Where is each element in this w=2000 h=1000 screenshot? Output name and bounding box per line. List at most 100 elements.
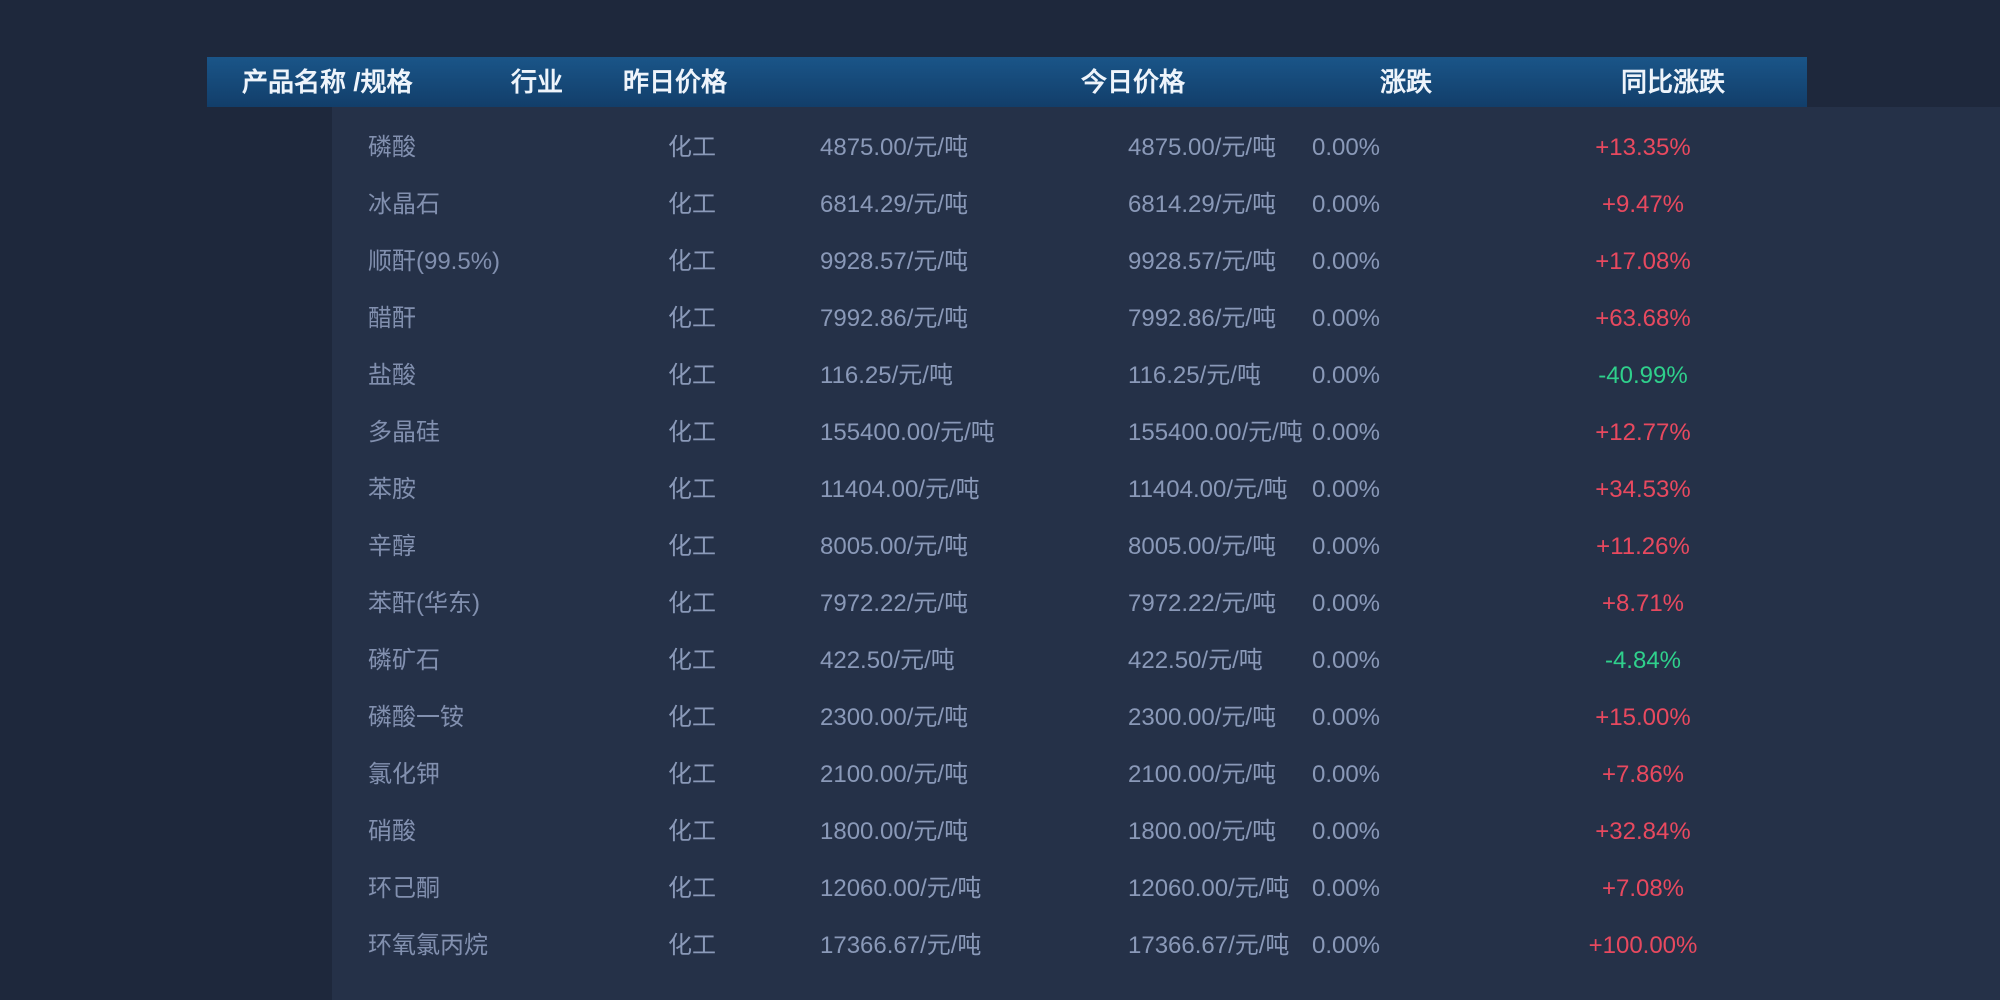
today-price-cell: 422.50/元/吨 (1128, 632, 1263, 689)
table-row: 硝酸 化工 1800.00/元/吨 1800.00/元/吨 0.00% +32.… (0, 803, 2000, 860)
yesterday-price-cell: 7992.86/元/吨 (820, 290, 968, 347)
yoy-change-cell: +12.77% (1543, 404, 1743, 461)
product-name-cell: 辛醇 (368, 518, 416, 575)
product-name-cell: 磷酸 (368, 119, 416, 176)
yesterday-price-cell: 4875.00/元/吨 (820, 119, 968, 176)
change-cell: 0.00% (1286, 461, 1406, 518)
today-price-cell: 7972.22/元/吨 (1128, 575, 1276, 632)
header-yoy-change: 同比涨跌 (1598, 57, 1748, 107)
change-cell: 0.00% (1286, 860, 1406, 917)
table-row: 环氧氯丙烷 化工 17366.67/元/吨 17366.67/元/吨 0.00%… (0, 917, 2000, 974)
today-price-cell: 2300.00/元/吨 (1128, 689, 1276, 746)
industry-cell: 化工 (632, 689, 752, 746)
table-row: 冰晶石 化工 6814.29/元/吨 6814.29/元/吨 0.00% +9.… (0, 176, 2000, 233)
industry-cell: 化工 (632, 860, 752, 917)
table-row: 氯化钾 化工 2100.00/元/吨 2100.00/元/吨 0.00% +7.… (0, 746, 2000, 803)
today-price-cell: 6814.29/元/吨 (1128, 176, 1276, 233)
industry-cell: 化工 (632, 575, 752, 632)
yesterday-price-cell: 6814.29/元/吨 (820, 176, 968, 233)
today-price-cell: 4875.00/元/吨 (1128, 119, 1276, 176)
yoy-change-cell: +7.86% (1543, 746, 1743, 803)
table-row: 磷酸一铵 化工 2300.00/元/吨 2300.00/元/吨 0.00% +1… (0, 689, 2000, 746)
header-industry: 行业 (487, 57, 587, 107)
change-cell: 0.00% (1286, 233, 1406, 290)
industry-cell: 化工 (632, 290, 752, 347)
today-price-cell: 155400.00/元/吨 (1128, 404, 1303, 461)
table-row: 顺酐(99.5%) 化工 9928.57/元/吨 9928.57/元/吨 0.0… (0, 233, 2000, 290)
product-name-cell: 磷矿石 (368, 632, 440, 689)
change-cell: 0.00% (1286, 746, 1406, 803)
industry-cell: 化工 (632, 119, 752, 176)
product-name-cell: 盐酸 (368, 347, 416, 404)
yoy-change-cell: +11.26% (1543, 518, 1743, 575)
yoy-change-cell: -4.84% (1543, 632, 1743, 689)
yesterday-price-cell: 116.25/元/吨 (820, 347, 953, 404)
table-row: 苯胺 化工 11404.00/元/吨 11404.00/元/吨 0.00% +3… (0, 461, 2000, 518)
today-price-cell: 116.25/元/吨 (1128, 347, 1261, 404)
industry-cell: 化工 (632, 632, 752, 689)
product-name-cell: 磷酸一铵 (368, 689, 464, 746)
today-price-cell: 11404.00/元/吨 (1128, 461, 1288, 518)
industry-cell: 化工 (632, 803, 752, 860)
header-yesterday-price: 昨日价格 (600, 57, 750, 107)
table-row: 辛醇 化工 8005.00/元/吨 8005.00/元/吨 0.00% +11.… (0, 518, 2000, 575)
industry-cell: 化工 (632, 461, 752, 518)
header-change: 涨跌 (1356, 57, 1456, 107)
product-name-cell: 环己酮 (368, 860, 440, 917)
change-cell: 0.00% (1286, 404, 1406, 461)
change-cell: 0.00% (1286, 803, 1406, 860)
change-cell: 0.00% (1286, 290, 1406, 347)
yesterday-price-cell: 8005.00/元/吨 (820, 518, 968, 575)
yesterday-price-cell: 2300.00/元/吨 (820, 689, 968, 746)
today-price-cell: 2100.00/元/吨 (1128, 746, 1276, 803)
today-price-cell: 12060.00/元/吨 (1128, 860, 1289, 917)
table-row: 磷矿石 化工 422.50/元/吨 422.50/元/吨 0.00% -4.84… (0, 632, 2000, 689)
today-price-cell: 9928.57/元/吨 (1128, 233, 1276, 290)
yesterday-price-cell: 12060.00/元/吨 (820, 860, 981, 917)
change-cell: 0.00% (1286, 575, 1406, 632)
today-price-cell: 17366.67/元/吨 (1128, 917, 1289, 974)
yesterday-price-cell: 7972.22/元/吨 (820, 575, 968, 632)
yoy-change-cell: -40.99% (1543, 347, 1743, 404)
industry-cell: 化工 (632, 746, 752, 803)
yoy-change-cell: +100.00% (1543, 917, 1743, 974)
yoy-change-cell: +7.08% (1543, 860, 1743, 917)
industry-cell: 化工 (632, 917, 752, 974)
product-name-cell: 多晶硅 (368, 404, 440, 461)
yoy-change-cell: +34.53% (1543, 461, 1743, 518)
industry-cell: 化工 (632, 176, 752, 233)
yoy-change-cell: +13.35% (1543, 119, 1743, 176)
yoy-change-cell: +17.08% (1543, 233, 1743, 290)
yesterday-price-cell: 155400.00/元/吨 (820, 404, 995, 461)
change-cell: 0.00% (1286, 518, 1406, 575)
table-row: 磷酸 化工 4875.00/元/吨 4875.00/元/吨 0.00% +13.… (0, 119, 2000, 176)
change-cell: 0.00% (1286, 689, 1406, 746)
header-today-price: 今日价格 (1058, 57, 1208, 107)
header-product: 产品名称 /规格 (242, 57, 412, 107)
today-price-cell: 8005.00/元/吨 (1128, 518, 1276, 575)
yoy-change-cell: +15.00% (1543, 689, 1743, 746)
change-cell: 0.00% (1286, 632, 1406, 689)
yesterday-price-cell: 17366.67/元/吨 (820, 917, 981, 974)
table-row: 多晶硅 化工 155400.00/元/吨 155400.00/元/吨 0.00%… (0, 404, 2000, 461)
industry-cell: 化工 (632, 233, 752, 290)
yesterday-price-cell: 422.50/元/吨 (820, 632, 955, 689)
product-name-cell: 苯酐(华东) (368, 575, 480, 632)
product-name-cell: 冰晶石 (368, 176, 440, 233)
yesterday-price-cell: 11404.00/元/吨 (820, 461, 980, 518)
industry-cell: 化工 (632, 347, 752, 404)
product-name-cell: 硝酸 (368, 803, 416, 860)
price-dashboard: { "page": { "background": "#1e283c", "pa… (0, 0, 2000, 1000)
product-name-cell: 环氧氯丙烷 (368, 917, 488, 974)
change-cell: 0.00% (1286, 917, 1406, 974)
table-row: 环己酮 化工 12060.00/元/吨 12060.00/元/吨 0.00% +… (0, 860, 2000, 917)
product-name-cell: 苯胺 (368, 461, 416, 518)
table-header: 产品名称 /规格 行业 昨日价格 今日价格 涨跌 同比涨跌 (207, 57, 1807, 107)
today-price-cell: 7992.86/元/吨 (1128, 290, 1276, 347)
table-row: 醋酐 化工 7992.86/元/吨 7992.86/元/吨 0.00% +63.… (0, 290, 2000, 347)
table-rows: 磷酸 化工 4875.00/元/吨 4875.00/元/吨 0.00% +13.… (0, 119, 2000, 974)
industry-cell: 化工 (632, 518, 752, 575)
yoy-change-cell: +32.84% (1543, 803, 1743, 860)
yoy-change-cell: +63.68% (1543, 290, 1743, 347)
yesterday-price-cell: 1800.00/元/吨 (820, 803, 968, 860)
